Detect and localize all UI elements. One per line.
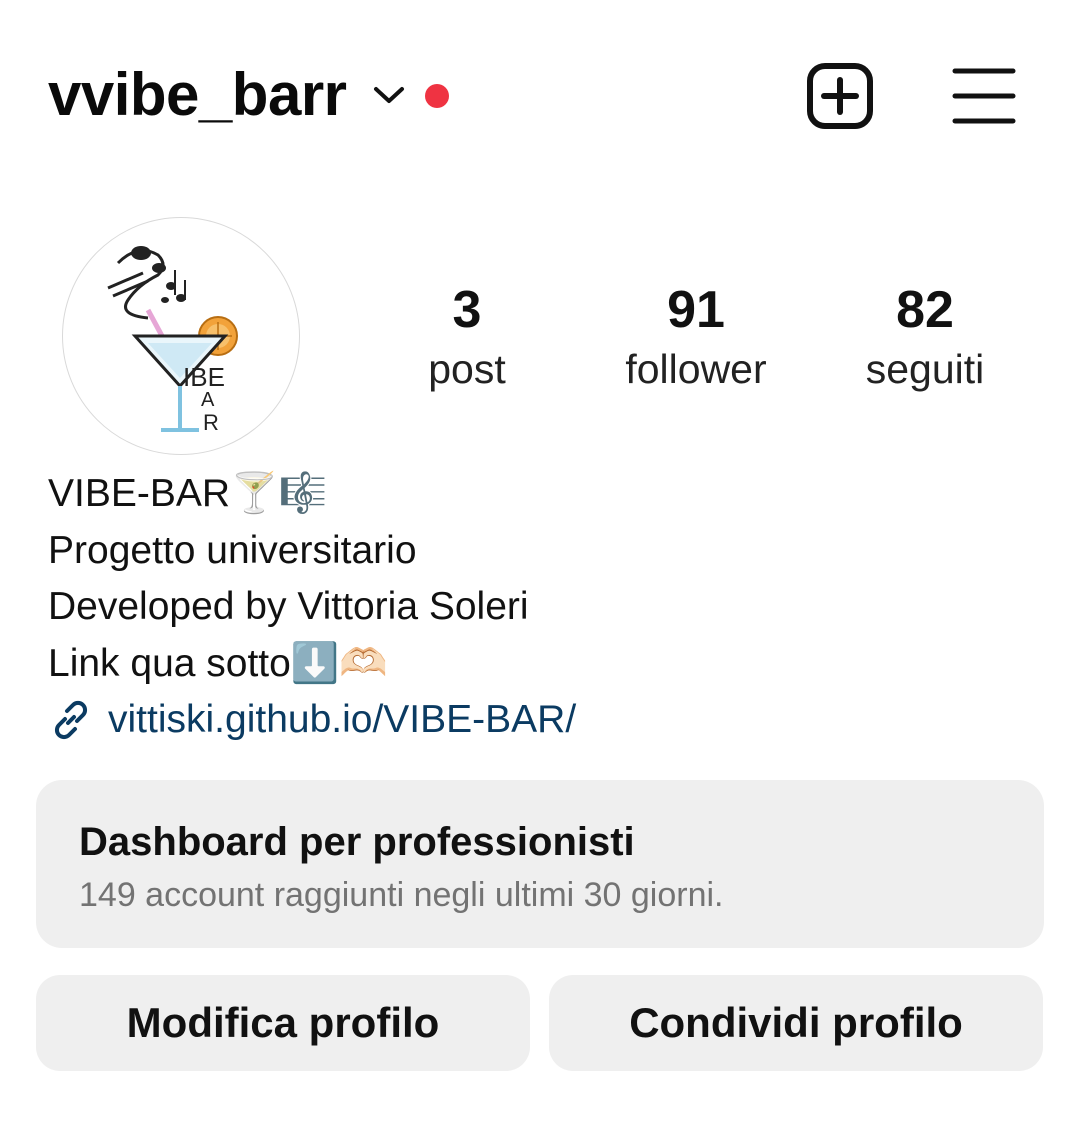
bio-line: Link qua sotto⬇️🫶🏻 [48,641,388,685]
followers-label: follower [625,346,767,392]
hamburger-menu-icon[interactable] [952,66,1016,126]
followers-count: 91 [667,281,725,339]
bio-link[interactable]: vittiski.github.io/VIBE-BAR/ [48,692,1048,749]
posts-count: 3 [452,281,482,339]
display-name: VIBE-BAR🍸🎼 [48,472,328,515]
plus-square-icon[interactable] [806,62,874,130]
posts-stat[interactable]: 3 post [367,280,567,394]
vibe-bar-logo: IBE A R [107,246,238,435]
bio-section: VIBE-BAR🍸🎼 Progetto universitario Develo… [48,466,1048,749]
top-bar: vvibe_barr [0,0,1080,190]
bio-line: Progetto universitario [48,528,417,572]
edit-profile-button[interactable]: Modifica profilo [36,975,530,1071]
svg-text:IBE: IBE [183,362,225,392]
followers-stat[interactable]: 91 follower [596,280,796,394]
chevron-down-icon[interactable] [372,82,406,108]
bio-link-text[interactable]: vittiski.github.io/VIBE-BAR/ [108,692,576,749]
profile-avatar[interactable]: IBE A R [62,217,300,455]
professional-dashboard[interactable]: Dashboard per professionisti 149 account… [36,780,1044,948]
share-profile-button[interactable]: Condividi profilo [549,975,1043,1071]
following-count: 82 [896,281,954,339]
svg-text:R: R [203,410,219,435]
svg-text:A: A [201,389,215,411]
dashboard-subtitle: 149 account raggiunti negli ultimi 30 gi… [79,876,724,914]
link-icon [54,701,88,740]
username[interactable]: vvibe_barr [48,58,347,132]
bio-line: Developed by Vittoria Soleri [48,585,529,628]
posts-label: post [428,346,506,392]
following-label: seguiti [865,346,985,392]
notification-dot [425,84,449,108]
following-stat[interactable]: 82 seguiti [825,280,1025,394]
dashboard-title: Dashboard per professionisti [79,820,635,864]
